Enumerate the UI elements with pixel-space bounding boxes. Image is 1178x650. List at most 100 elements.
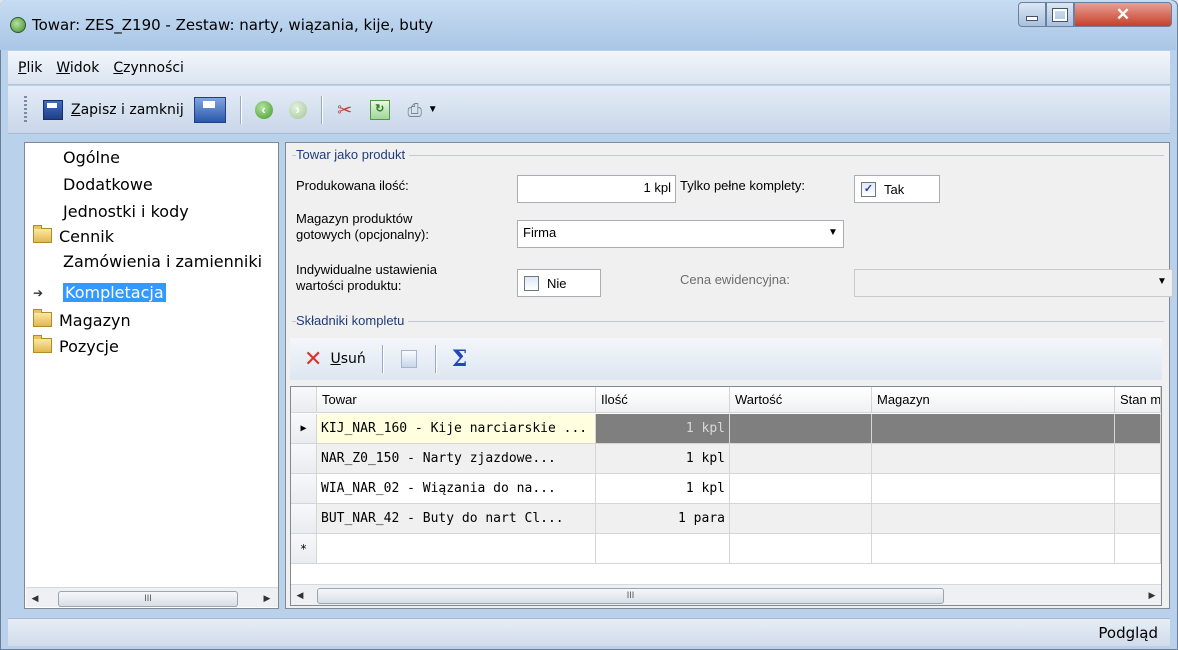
cell-wartosc[interactable] [730, 504, 872, 534]
table-row[interactable]: ▶ KIJ_NAR_160 - Kije narciarskie ... 1 k… [291, 414, 1161, 444]
cell-ilosc[interactable]: 1 kpl [596, 444, 730, 474]
back-arrow-icon[interactable]: ‹ [254, 100, 273, 119]
group-title-components: Składniki kompletu [296, 313, 409, 328]
scroll-right-icon[interactable]: ▶ [1143, 585, 1161, 605]
column-header-magazyn[interactable]: Magazyn [872, 387, 1115, 413]
individual-label-line2: wartości produktu: [296, 278, 402, 293]
sum-icon[interactable]: Σ [452, 346, 468, 372]
column-header-wartosc[interactable]: Wartość [730, 387, 872, 413]
new-cell-towar[interactable] [317, 534, 596, 564]
new-cell-magazyn[interactable] [872, 534, 1115, 564]
scroll-left-icon[interactable]: ◀ [291, 585, 309, 605]
cell-wartosc[interactable] [730, 474, 872, 504]
nav-item-pozycje[interactable]: Pozycje [33, 335, 119, 358]
status-text: Podgląd [1098, 624, 1158, 642]
nav-item-zamowienia[interactable]: Zamówienia i zamienniki [63, 251, 262, 273]
save-icon[interactable] [43, 99, 63, 120]
title-bar[interactable]: Towar: ZES_Z190 - Zestaw: narty, wiązani… [0, 0, 1176, 50]
chevron-down-icon[interactable]: ▼ [823, 221, 843, 245]
cell-towar[interactable]: KIJ_NAR_160 - Kije narciarskie ... [317, 414, 596, 444]
menu-plik[interactable]: Plik [18, 60, 42, 76]
column-header-stan[interactable]: Stan m [1115, 387, 1161, 413]
menu-bar: Plik Widok Czynności [8, 51, 1170, 85]
new-row[interactable]: * [291, 534, 1161, 564]
cell-wartosc[interactable] [730, 414, 872, 444]
app-icon [10, 17, 26, 33]
print-dropdown-arrow-icon[interactable]: ▼ [428, 104, 438, 115]
cell-wartosc[interactable] [730, 444, 872, 474]
row-header[interactable] [291, 444, 317, 474]
save-close-button[interactable]: Zapisz i zamknij [71, 102, 184, 118]
qty-input[interactable]: 1 kpl [517, 175, 676, 203]
nav-item-jednostki[interactable]: Jednostki i kody [63, 201, 189, 223]
new-row-asterisk-icon[interactable]: * [291, 534, 317, 564]
forward-arrow-icon[interactable]: › [288, 100, 307, 119]
cell-stan[interactable] [1115, 474, 1161, 504]
close-button[interactable]: ✕ [1074, 2, 1172, 27]
cell-magazyn[interactable] [872, 504, 1115, 534]
table-row[interactable]: NAR_Z0_150 - Narty zjazdowe... 1 kpl [291, 444, 1161, 474]
column-header-towar[interactable]: Towar [317, 387, 596, 413]
qty-label: Produkowana ilość: [296, 178, 409, 193]
minimize-button[interactable] [1018, 2, 1046, 27]
tools-icon[interactable]: ✂ [336, 101, 354, 119]
nav-item-cennik[interactable]: Cennik [33, 225, 114, 248]
nav-item-label: Jednostki i kody [63, 202, 189, 221]
menu-widok[interactable]: Widok [56, 60, 99, 76]
nav-item-magazyn[interactable]: Magazyn [33, 309, 131, 332]
chevron-down-icon[interactable]: ▼ [1152, 270, 1172, 294]
toolbar-grip[interactable] [24, 95, 27, 124]
edit-icon[interactable] [400, 350, 417, 368]
individual-label-line1: Indywidualne ustawienia [296, 262, 437, 277]
cell-stan[interactable] [1115, 414, 1161, 444]
cell-ilosc[interactable]: 1 kpl [596, 474, 730, 504]
nav-item-label: Zamówienia i zamienniki [63, 252, 263, 271]
print-icon[interactable]: ⎙ [406, 101, 424, 119]
cell-magazyn[interactable] [872, 444, 1115, 474]
cell-ilosc[interactable]: 1 para [596, 504, 730, 534]
cell-towar[interactable]: WIA_NAR_02 - Wiązania do na... [317, 474, 596, 504]
delete-button[interactable]: Usuń [330, 351, 365, 367]
new-cell-ilosc[interactable] [596, 534, 730, 564]
cell-towar[interactable]: NAR_Z0_150 - Narty zjazdowe... [317, 444, 596, 474]
menu-czynnosci[interactable]: Czynności [113, 60, 184, 76]
price-select[interactable]: ▼ [854, 269, 1173, 297]
toolbar-separator [239, 95, 241, 124]
nav-horizontal-scrollbar[interactable]: ◀ III ▶ [26, 587, 278, 607]
new-cell-wartosc[interactable] [730, 534, 872, 564]
save-icon[interactable] [193, 96, 226, 123]
table-row[interactable]: BUT_NAR_42 - Buty do nart Cl... 1 para [291, 504, 1161, 534]
cell-magazyn[interactable] [872, 474, 1115, 504]
current-row-arrow-icon[interactable]: ▶ [291, 414, 317, 444]
cell-magazyn[interactable] [872, 414, 1115, 444]
individual-checkbox[interactable]: Nie [517, 269, 601, 297]
grid-horizontal-scrollbar[interactable]: ◀ III ▶ [291, 584, 1161, 605]
scroll-left-icon[interactable]: ◀ [26, 588, 44, 608]
row-header[interactable] [291, 504, 317, 534]
delete-icon[interactable]: ✕ [304, 348, 322, 370]
refresh-icon[interactable]: ↻ [369, 99, 390, 120]
scroll-thumb[interactable]: III [317, 588, 944, 604]
table-row[interactable]: WIA_NAR_02 - Wiązania do na... 1 kpl [291, 474, 1161, 504]
current-arrow-icon: ➔ [33, 286, 44, 300]
nav-item-ogolne[interactable]: Ogólne [63, 147, 120, 169]
cell-stan[interactable] [1115, 444, 1161, 474]
cell-ilosc[interactable]: 1 kpl [596, 414, 730, 444]
column-header-ilosc[interactable]: Ilość [596, 387, 730, 413]
maximize-button[interactable] [1046, 2, 1074, 27]
nav-item-kompletacja[interactable]: ➔ Kompletacja [33, 282, 166, 304]
new-cell-stan[interactable] [1115, 534, 1161, 564]
cell-stan[interactable] [1115, 504, 1161, 534]
toolbar-separator [320, 95, 322, 124]
cell-towar[interactable]: BUT_NAR_42 - Buty do nart Cl... [317, 504, 596, 534]
scroll-thumb[interactable]: III [58, 591, 238, 607]
checkbox-empty-icon [524, 275, 539, 291]
close-icon: ✕ [1115, 4, 1131, 24]
toolbar-separator [381, 345, 383, 373]
nav-item-dodatkowe[interactable]: Dodatkowe [63, 174, 153, 196]
warehouse-select[interactable]: Firma ▼ [517, 220, 844, 248]
scroll-right-icon[interactable]: ▶ [258, 588, 276, 608]
full-sets-checkbox[interactable]: ✓ Tak [854, 175, 940, 203]
row-header[interactable] [291, 474, 317, 504]
minimize-icon [1026, 16, 1038, 21]
